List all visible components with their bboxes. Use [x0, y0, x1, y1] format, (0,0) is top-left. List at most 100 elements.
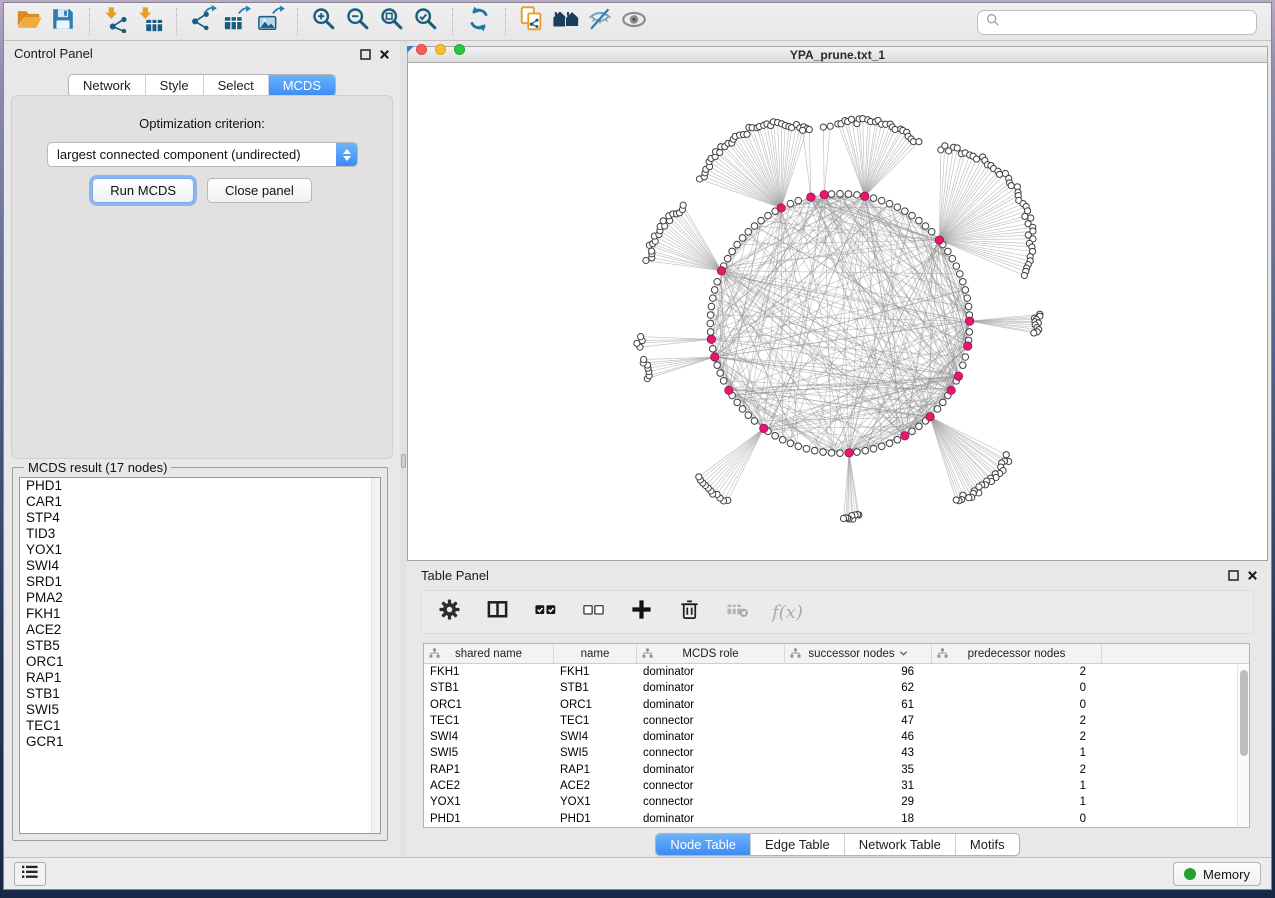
- column-header-name[interactable]: name: [554, 644, 637, 663]
- first-neighbors-button[interactable]: [549, 6, 583, 38]
- zoom-selected-button[interactable]: [409, 6, 443, 38]
- open-session-button[interactable]: [12, 6, 46, 38]
- memory-label: Memory: [1203, 867, 1250, 882]
- node-table[interactable]: shared namenameMCDS rolesuccessor nodesp…: [423, 643, 1250, 828]
- export-image-button[interactable]: [254, 6, 288, 38]
- divider-grip-icon[interactable]: [401, 454, 406, 468]
- graph-ring-nodes[interactable]: [634, 116, 1043, 523]
- column-header-successor-nodes[interactable]: successor nodes: [785, 644, 932, 663]
- tab-mcds[interactable]: MCDS: [268, 75, 335, 96]
- table-row[interactable]: SWI4SWI4dominator462: [424, 729, 1249, 745]
- result-list-scrollbar[interactable]: [371, 478, 380, 833]
- sort-menu-icon[interactable]: [899, 648, 908, 660]
- save-session-button[interactable]: [46, 6, 80, 38]
- mcds-result-item[interactable]: ACE2: [20, 622, 380, 638]
- table-row[interactable]: PHD1PHD1dominator180: [424, 811, 1249, 827]
- table-cell: [1102, 762, 1249, 778]
- zoom-in-button[interactable]: [307, 6, 341, 38]
- delete-selected-button[interactable]: [676, 599, 702, 625]
- mcds-result-item[interactable]: SWI5: [20, 702, 380, 718]
- panel-divider[interactable]: [400, 41, 407, 857]
- mcds-result-item[interactable]: SRD1: [20, 574, 380, 590]
- table-row[interactable]: TEC1TEC1connector472: [424, 713, 1249, 729]
- zoom-fit-button[interactable]: [375, 6, 409, 38]
- refresh-layout-button[interactable]: [462, 6, 496, 38]
- criterion-select[interactable]: largest connected component (undirected): [47, 142, 358, 167]
- task-history-button[interactable]: [14, 862, 46, 886]
- status-bar: Memory: [4, 857, 1271, 889]
- table-cell: connector: [637, 745, 785, 761]
- mcds-result-item[interactable]: TEC1: [20, 718, 380, 734]
- zoom-out-button[interactable]: [341, 6, 375, 38]
- hierarchy-icon: [790, 648, 801, 662]
- table-row[interactable]: ORC1ORC1dominator610: [424, 697, 1249, 713]
- table-row[interactable]: STB1STB1dominator620: [424, 680, 1249, 696]
- mcds-result-item[interactable]: FKH1: [20, 606, 380, 622]
- table-scrollbar[interactable]: [1237, 665, 1249, 826]
- add-column-icon: [630, 598, 653, 626]
- mcds-result-item[interactable]: TID3: [20, 526, 380, 542]
- tab-motifs[interactable]: Motifs: [955, 834, 1019, 855]
- mcds-result-item[interactable]: ORC1: [20, 654, 380, 670]
- table-row[interactable]: SWI5SWI5connector431: [424, 745, 1249, 761]
- mcds-result-item[interactable]: YOX1: [20, 542, 380, 558]
- memory-button[interactable]: Memory: [1173, 862, 1261, 886]
- duplicate-network-button[interactable]: [515, 6, 549, 38]
- column-header-predecessor-nodes[interactable]: predecessor nodes: [932, 644, 1102, 663]
- table-row[interactable]: RAP1RAP1dominator352: [424, 762, 1249, 778]
- export-network-button[interactable]: [186, 6, 220, 38]
- import-table-button[interactable]: [133, 6, 167, 38]
- table-mode-icon: [438, 598, 461, 626]
- mcds-result-item[interactable]: STP4: [20, 510, 380, 526]
- mcds-result-item[interactable]: CAR1: [20, 494, 380, 510]
- table-row[interactable]: YOX1YOX1connector291: [424, 794, 1249, 810]
- show-all-button[interactable]: [617, 6, 651, 38]
- table-cell: 18: [785, 811, 932, 827]
- tab-network-table[interactable]: Network Table: [844, 834, 955, 855]
- mcds-result-item[interactable]: STB1: [20, 686, 380, 702]
- close-window-icon[interactable]: [416, 44, 427, 55]
- mcds-result-item[interactable]: PHD1: [20, 478, 380, 494]
- export-table-button[interactable]: [220, 6, 254, 38]
- table-cell: 61: [785, 697, 932, 713]
- tab-node-table[interactable]: Node Table: [656, 834, 750, 855]
- select-all-button[interactable]: [532, 599, 558, 625]
- network-view-titlebar[interactable]: YPA_prune.txt_1: [407, 46, 1268, 63]
- float-panel-icon[interactable]: [358, 47, 372, 61]
- mcds-result-item[interactable]: SWI4: [20, 558, 380, 574]
- tab-select[interactable]: Select: [203, 75, 268, 96]
- zoom-window-icon[interactable]: [454, 44, 465, 55]
- function-builder-icon[interactable]: f(x): [772, 602, 803, 623]
- mcds-result-item[interactable]: PMA2: [20, 590, 380, 606]
- close-table-panel-icon[interactable]: [1245, 568, 1259, 582]
- deselect-all-button[interactable]: [580, 599, 606, 625]
- network-canvas[interactable]: [407, 63, 1268, 561]
- run-mcds-button[interactable]: Run MCDS: [92, 178, 194, 203]
- table-mode-button[interactable]: [436, 599, 462, 625]
- optimization-criterion-label: Optimization criterion:: [12, 116, 392, 131]
- close-panel-icon[interactable]: [377, 47, 391, 61]
- column-header-shared-name[interactable]: shared name: [424, 644, 554, 663]
- hide-selected-button[interactable]: [583, 6, 617, 38]
- table-cell: ACE2: [424, 778, 554, 794]
- mcds-result-item[interactable]: GCR1: [20, 734, 380, 750]
- table-row[interactable]: ACE2ACE2connector311: [424, 778, 1249, 794]
- mcds-result-item[interactable]: STB5: [20, 638, 380, 654]
- split-view-button[interactable]: [484, 599, 510, 625]
- tab-edge-table[interactable]: Edge Table: [750, 834, 844, 855]
- mcds-result-item[interactable]: RAP1: [20, 670, 380, 686]
- mcds-result-list[interactable]: PHD1CAR1STP4TID3YOX1SWI4SRD1PMA2FKH1ACE2…: [19, 477, 381, 834]
- table-row[interactable]: FKH1FKH1dominator962: [424, 664, 1249, 680]
- column-header-mcds-role[interactable]: MCDS role: [637, 644, 785, 663]
- search-box[interactable]: [977, 10, 1257, 35]
- float-table-panel-icon[interactable]: [1226, 568, 1240, 582]
- close-panel-button[interactable]: Close panel: [207, 178, 312, 203]
- tab-network[interactable]: Network: [69, 75, 145, 96]
- import-network-button[interactable]: [99, 6, 133, 38]
- table-cell: 47: [785, 713, 932, 729]
- minimize-window-icon[interactable]: [435, 44, 446, 55]
- scrollbar-thumb[interactable]: [1240, 670, 1248, 756]
- search-input[interactable]: [1005, 13, 1256, 33]
- tab-style[interactable]: Style: [145, 75, 203, 96]
- add-column-button[interactable]: [628, 599, 654, 625]
